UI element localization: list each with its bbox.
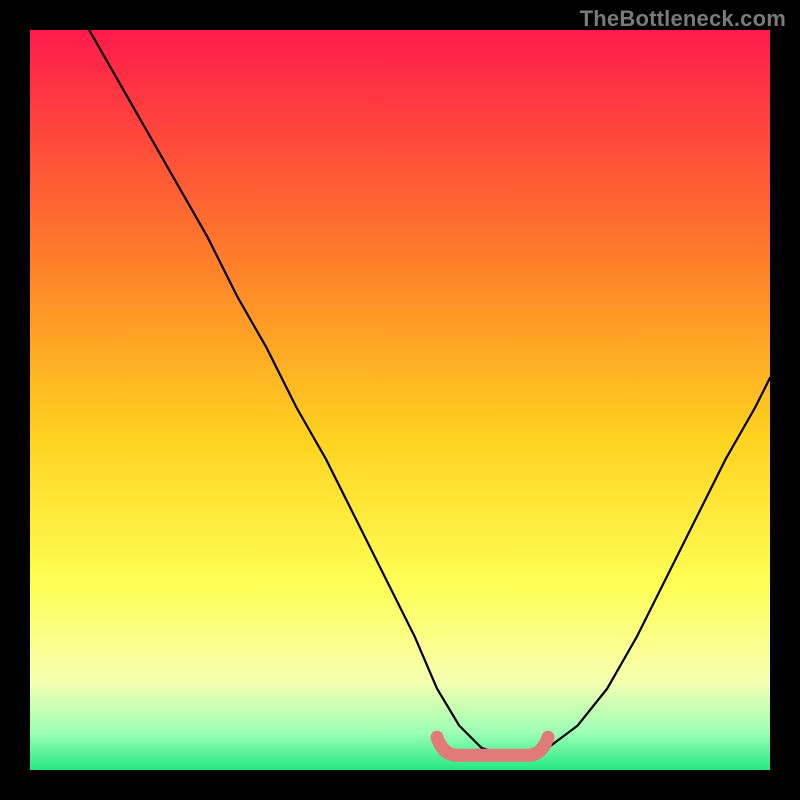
chart-svg <box>30 30 770 770</box>
gradient-background <box>30 30 770 770</box>
chart-frame: TheBottleneck.com <box>0 0 800 800</box>
watermark-text: TheBottleneck.com <box>580 6 786 32</box>
plot-area <box>30 30 770 770</box>
